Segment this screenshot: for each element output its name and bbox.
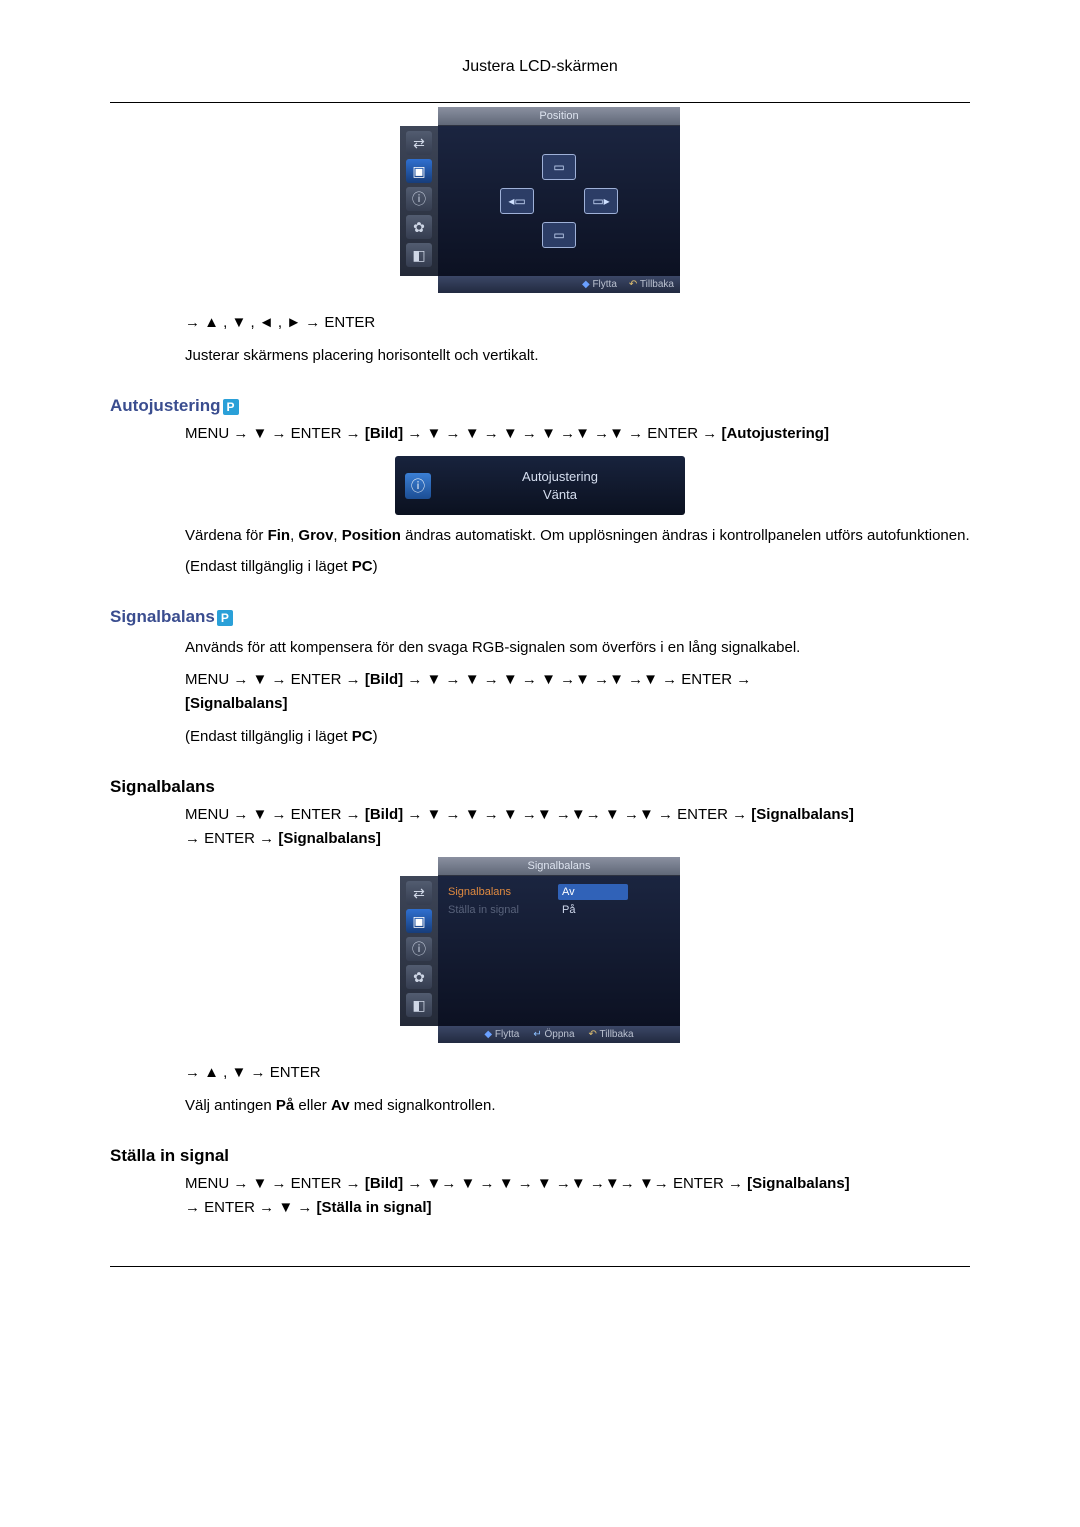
banner-line2: Vänta [445, 486, 675, 504]
autojustering-nav: MENU → ▼ → ENTER → [Bild] → ▼ → ▼ → ▼ → … [185, 422, 970, 446]
pos-down-icon: ▭ [542, 222, 576, 248]
banner-line1: Autojustering [445, 468, 675, 486]
foot-back: ↶ Tillbaka [629, 279, 674, 290]
signalbalans-p-only: (Endast tillgänglig i läget PC) [185, 726, 970, 747]
info-icon: ⓘ [406, 187, 432, 211]
pos-right-icon: ▭▸ [584, 188, 618, 214]
osd-sidebar: ⇄ ▣ ⓘ ✿ ◧ [400, 126, 438, 276]
nav-arrows: → ▲ , ▼ , ◄ , ► → ENTER [185, 311, 970, 335]
foot-move: ◆ Flytta [582, 279, 617, 290]
signalbalans-p-desc: Används för att kompensera för den svaga… [185, 637, 970, 658]
osd-sidebar: ⇄ ▣ ⓘ ✿ ◧ [400, 876, 438, 1026]
p-badge-icon: P [223, 399, 239, 415]
stallain-nav: MENU → ▼ → ENTER → [Bild] → ▼→ ▼ → ▼ → ▼… [185, 1172, 970, 1220]
osd-title: Signalbalans [438, 857, 680, 876]
heading-autojustering: AutojusteringP [110, 396, 1080, 416]
pos-up-icon: ▭ [542, 154, 576, 180]
page-header: Justera LCD-skärmen [0, 58, 1080, 76]
picture-icon: ▣ [406, 159, 432, 183]
multi-icon: ◧ [406, 993, 432, 1017]
osd-title: Position [438, 107, 680, 126]
picture-icon: ▣ [406, 909, 432, 933]
autojustering-desc2: (Endast tillgänglig i läget PC) [185, 556, 970, 577]
autojustering-banner: ⓘ Autojustering Vänta [395, 456, 685, 515]
info-icon: ⓘ [405, 473, 431, 499]
foot-back: ↶ Tillbaka [589, 1029, 634, 1040]
signalbalans-nav: MENU → ▼ → ENTER → [Bild] → ▼ → ▼ → ▼ →▼… [185, 803, 970, 851]
p-badge-icon: P [217, 610, 233, 626]
foot-open: ↵ Öppna [533, 1029, 574, 1040]
divider-top [110, 102, 970, 103]
heading-signalbalans-p: SignalbalansP [110, 607, 1080, 627]
option-off: Av [558, 884, 628, 900]
input-icon: ⇄ [406, 881, 432, 905]
settings-icon: ✿ [406, 965, 432, 989]
pos-left-icon: ◂▭ [500, 188, 534, 214]
foot-move: ◆ Flytta [484, 1029, 519, 1040]
multi-icon: ◧ [406, 243, 432, 267]
settings-icon: ✿ [406, 215, 432, 239]
signalbalans-desc: Välj antingen På eller Av med signalkont… [185, 1095, 970, 1116]
option-on: På [558, 902, 628, 918]
heading-signalbalans: Signalbalans [110, 777, 1080, 797]
osd-signalbalans: Signalbalans ⇄ ▣ ⓘ ✿ ◧ Signalbalans Stäl… [400, 857, 680, 1043]
divider-bottom [110, 1266, 970, 1267]
osd-position: Position ⇄ ▣ ⓘ ✿ ◧ ▭ ◂▭ ▭▸ [400, 107, 680, 293]
autojustering-desc1: Värdena för Fin, Grov, Position ändras a… [185, 525, 970, 546]
info-icon: ⓘ [406, 937, 432, 961]
signalbalans-p-nav: MENU → ▼ → ENTER → [Bild] → ▼ → ▼ → ▼ → … [185, 668, 970, 716]
position-grid: ▭ ◂▭ ▭▸ ▭ [438, 126, 680, 276]
signalbalans-arrows: → ▲ , ▼ → ENTER [185, 1061, 970, 1085]
input-icon: ⇄ [406, 131, 432, 155]
heading-stallain: Ställa in signal [110, 1146, 1080, 1166]
position-description: Justerar skärmens placering horisontellt… [185, 345, 970, 366]
